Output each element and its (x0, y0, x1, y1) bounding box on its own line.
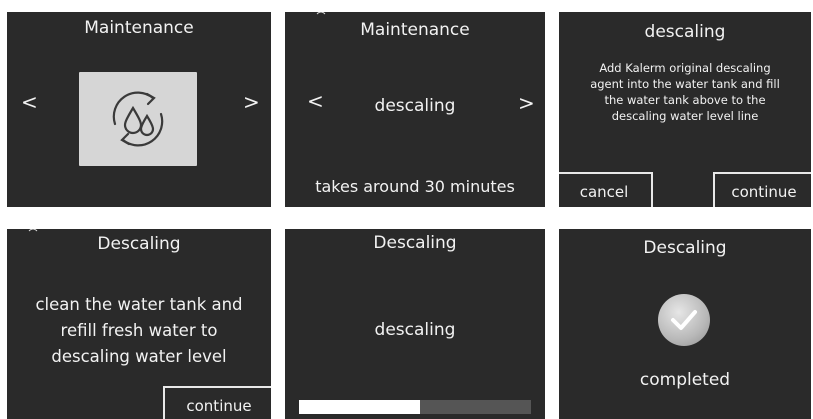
descaling-drops-cycle-icon (112, 91, 164, 147)
instruction-line: descaling water level (51, 347, 227, 366)
previous-arrow[interactable]: < (21, 92, 38, 112)
instruction-text: clean the water tank and refill fresh wa… (7, 292, 271, 370)
maintenance-descaling-screen: Maintenance < descaling > takes around 3… (285, 12, 545, 207)
screen-title: Descaling (97, 234, 181, 254)
glare-mark (28, 229, 38, 232)
instruction-text: Add Kalerm original descaling agent into… (559, 60, 811, 124)
descaling-instruction-screen: descaling Add Kalerm original descaling … (559, 12, 811, 207)
progress-fill (299, 400, 420, 414)
checkmark-icon (658, 294, 710, 346)
progress-bar (299, 400, 531, 414)
continue-button[interactable]: continue (163, 386, 271, 419)
screen-title: Descaling (643, 238, 727, 258)
next-arrow[interactable]: > (243, 92, 260, 112)
instruction-line: Add Kalerm original descaling (599, 61, 771, 75)
instruction-line: descaling water level line (611, 109, 759, 123)
instruction-line: the water tank above to the (604, 93, 766, 107)
next-arrow[interactable]: > (518, 93, 535, 113)
instruction-line: refill fresh water to (60, 321, 218, 340)
refill-water-screen: Descaling clean the water tank and refil… (7, 229, 271, 419)
instruction-line: agent into the water tank and fill (590, 77, 780, 91)
descaling-option-tile[interactable] (79, 72, 197, 166)
descaling-option-label[interactable]: descaling (285, 96, 545, 116)
screen-title: Maintenance (360, 20, 470, 40)
instruction-line: clean the water tank and (35, 295, 243, 314)
status-text: descaling (374, 320, 456, 340)
status-text: completed (639, 370, 731, 390)
descaling-progress-screen: Descaling descaling (285, 229, 545, 419)
duration-note: takes around 30 minutes (315, 177, 515, 196)
screen-title: Descaling (373, 233, 457, 253)
maintenance-menu-screen: Maintenance < > (7, 12, 271, 207)
screen-title: descaling (644, 22, 726, 42)
screen-title: Maintenance (84, 18, 194, 38)
descaling-complete-screen: Descaling completed (559, 229, 811, 419)
continue-button[interactable]: continue (713, 172, 811, 207)
glare-mark (316, 12, 326, 15)
cancel-button[interactable]: cancel (559, 172, 653, 207)
